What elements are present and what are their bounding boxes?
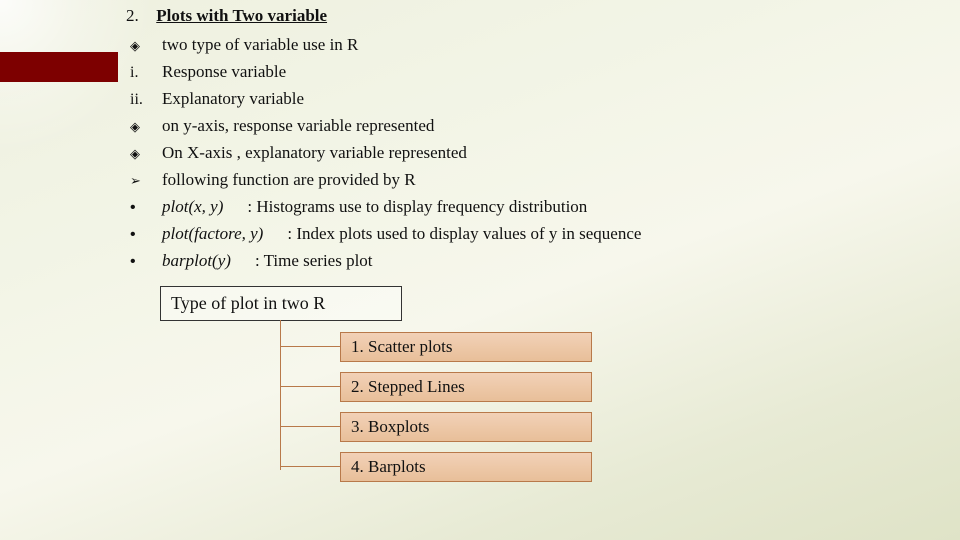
list-item: i. Response variable — [130, 61, 930, 84]
dot-bullet-icon: • — [130, 251, 162, 273]
list-item: ◈ two type of variable use in R — [130, 34, 930, 57]
dot-bullet-icon: • — [130, 224, 162, 246]
leaf-label: 4. Barplots — [351, 457, 426, 476]
list-item: ◈ on y-axis, response variable represent… — [130, 115, 930, 138]
leaf-box: 4. Barplots — [340, 452, 592, 482]
dot-bullet-icon: • — [130, 197, 162, 219]
heading-number: 2. — [126, 6, 152, 26]
heading-title: Plots with Two variable — [156, 6, 327, 25]
leaf-box: 1. Scatter plots — [340, 332, 592, 362]
item-text: two type of variable use in R — [162, 34, 358, 57]
connector-branch — [280, 386, 340, 387]
list-item: ➢ following function are provided by R — [130, 169, 930, 192]
leaf-label: 2. Stepped Lines — [351, 377, 465, 396]
roman-bullet: i. — [130, 62, 162, 84]
connector-branch — [280, 426, 340, 427]
function-desc: : Time series plot — [255, 250, 373, 273]
section-heading: 2. Plots with Two variable — [126, 6, 930, 26]
diamond-bullet-icon: ◈ — [130, 145, 162, 163]
function-call: plot(factore, y) — [162, 223, 263, 246]
connector-stem — [280, 320, 281, 470]
function-desc: : Index plots used to display values of … — [287, 223, 641, 246]
leaf-box: 2. Stepped Lines — [340, 372, 592, 402]
content-area: 2. Plots with Two variable ◈ two type of… — [0, 6, 930, 530]
item-text: Explanatory variable — [162, 88, 304, 111]
connector-branch — [280, 346, 340, 347]
root-box: Type of plot in two R — [160, 286, 402, 321]
item-text: On X-axis , explanatory variable represe… — [162, 142, 467, 165]
list-item: ◈ On X-axis , explanatory variable repre… — [130, 142, 930, 165]
list-item: ii. Explanatory variable — [130, 88, 930, 111]
leaf-label: 1. Scatter plots — [351, 337, 453, 356]
item-text: on y-axis, response variable represented — [162, 115, 434, 138]
function-item: • plot(factore, y) : Index plots used to… — [130, 223, 930, 246]
diamond-bullet-icon: ◈ — [130, 118, 162, 136]
diamond-bullet-icon: ◈ — [130, 37, 162, 55]
function-item: • barplot(y) : Time series plot — [130, 250, 930, 273]
item-text: Response variable — [162, 61, 286, 84]
function-item: • plot(x, y) : Histograms use to display… — [130, 196, 930, 219]
roman-bullet: ii. — [130, 89, 162, 111]
connector-branch — [280, 466, 340, 467]
function-call: plot(x, y) — [162, 196, 223, 219]
slide: 2. Plots with Two variable ◈ two type of… — [0, 0, 960, 540]
function-call: barplot(y) — [162, 250, 231, 273]
leaf-box: 3. Boxplots — [340, 412, 592, 442]
arrow-bullet-icon: ➢ — [130, 172, 162, 190]
item-text: following function are provided by R — [162, 169, 416, 192]
leaf-label: 3. Boxplots — [351, 417, 429, 436]
function-desc: : Histograms use to display frequency di… — [247, 196, 587, 219]
root-box-label: Type of plot in two R — [171, 293, 325, 313]
